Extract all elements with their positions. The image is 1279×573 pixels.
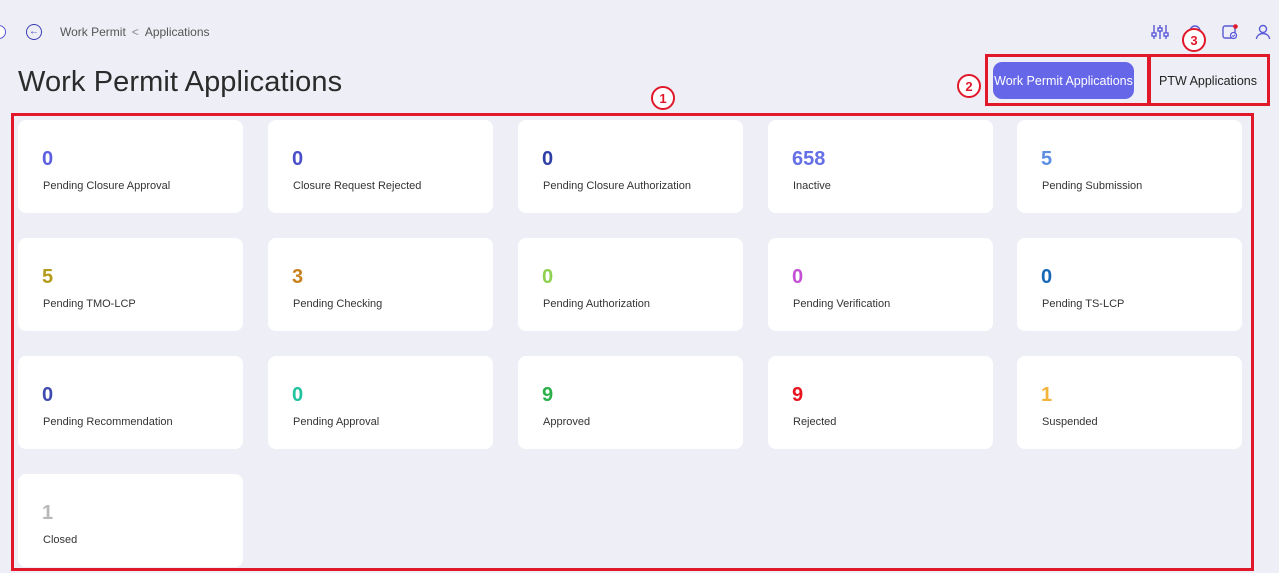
status-card-pending-closure-approval[interactable]: 0 Pending Closure Approval <box>18 120 243 213</box>
status-label: Pending TS-LCP <box>1042 298 1125 310</box>
status-card-rejected[interactable]: 9 Rejected <box>768 356 993 449</box>
breadcrumb-current: Applications <box>144 25 210 39</box>
annotation-badge-1: 1 <box>651 86 675 110</box>
status-card-approved[interactable]: 9 Approved <box>518 356 743 449</box>
status-card-pending-ts-lcp[interactable]: 0 Pending TS-LCP <box>1017 238 1242 331</box>
annotation-badge-2: 2 <box>957 74 981 98</box>
status-label: Pending Authorization <box>543 298 651 310</box>
tab-ptw-applications[interactable]: PTW Applications <box>1152 62 1264 99</box>
status-card-closed[interactable]: 1 Closed <box>18 474 243 567</box>
status-card-pending-checking[interactable]: 3 Pending Checking <box>268 238 493 331</box>
status-count: 5 <box>1041 148 1053 170</box>
status-card-pending-recommendation[interactable]: 0 Pending Recommendation <box>18 356 243 449</box>
status-card-pending-closure-authorization[interactable]: 0 Pending Closure Authorization <box>518 120 743 213</box>
status-count: 0 <box>792 266 804 288</box>
status-label: Approved <box>543 416 591 428</box>
back-arrow-icon[interactable]: ← <box>26 24 42 40</box>
status-label: Inactive <box>793 180 831 192</box>
status-count: 0 <box>292 384 304 406</box>
status-count: 0 <box>1041 266 1053 288</box>
breadcrumb-parent-link[interactable]: Work Permit <box>60 25 126 39</box>
status-card-pending-verification[interactable]: 0 Pending Verification <box>768 238 993 331</box>
status-count: 3 <box>292 266 304 288</box>
status-card-pending-submission[interactable]: 5 Pending Submission <box>1017 120 1242 213</box>
status-count: 9 <box>542 384 554 406</box>
status-count: 0 <box>292 148 304 170</box>
status-label: Pending TMO-LCP <box>43 298 136 310</box>
status-label: Pending Approval <box>293 416 380 428</box>
status-card-inactive[interactable]: 658 Inactive <box>768 120 993 213</box>
status-card-pending-approval[interactable]: 0 Pending Approval <box>268 356 493 449</box>
status-card-pending-tmo-lcp[interactable]: 5 Pending TMO-LCP <box>18 238 243 331</box>
status-count: 1 <box>1041 384 1053 406</box>
status-count: 0 <box>42 148 54 170</box>
status-label: Pending Recommendation <box>43 416 173 428</box>
status-card-pending-authorization[interactable]: 0 Pending Authorization <box>518 238 743 331</box>
status-count: 658 <box>792 148 826 170</box>
status-count: 5 <box>42 266 54 288</box>
page-title: Work Permit Applications <box>18 66 343 98</box>
status-label: Suspended <box>1042 416 1098 428</box>
status-label: Pending Verification <box>793 298 891 310</box>
user-icon[interactable] <box>1251 18 1275 46</box>
status-label: Pending Checking <box>293 298 383 310</box>
calendar-check-icon[interactable] <box>1218 18 1242 46</box>
breadcrumb-separator: < <box>131 25 139 39</box>
status-count: 0 <box>542 148 554 170</box>
status-label: Closure Request Rejected <box>293 180 422 192</box>
annotation-badge-3: 3 <box>1182 28 1206 52</box>
status-count: 1 <box>42 502 54 524</box>
filter-sliders-icon[interactable] <box>1148 18 1172 46</box>
status-count: 0 <box>542 266 554 288</box>
status-card-closure-request-rejected[interactable]: 0 Closure Request Rejected <box>268 120 493 213</box>
status-label: Rejected <box>793 416 837 428</box>
status-label: Pending Submission <box>1042 180 1143 192</box>
status-card-suspended[interactable]: 1 Suspended <box>1017 356 1242 449</box>
status-label: Pending Closure Authorization <box>543 180 691 192</box>
breadcrumb: Work Permit < Applications <box>60 25 210 39</box>
status-count: 9 <box>792 384 804 406</box>
top-bar: ← Work Permit < Applications <box>0 0 1279 64</box>
status-label: Closed <box>43 534 78 546</box>
status-label: Pending Closure Approval <box>43 180 171 192</box>
status-count: 0 <box>42 384 54 406</box>
tab-work-permit-applications[interactable]: Work Permit Applications <box>993 62 1134 99</box>
